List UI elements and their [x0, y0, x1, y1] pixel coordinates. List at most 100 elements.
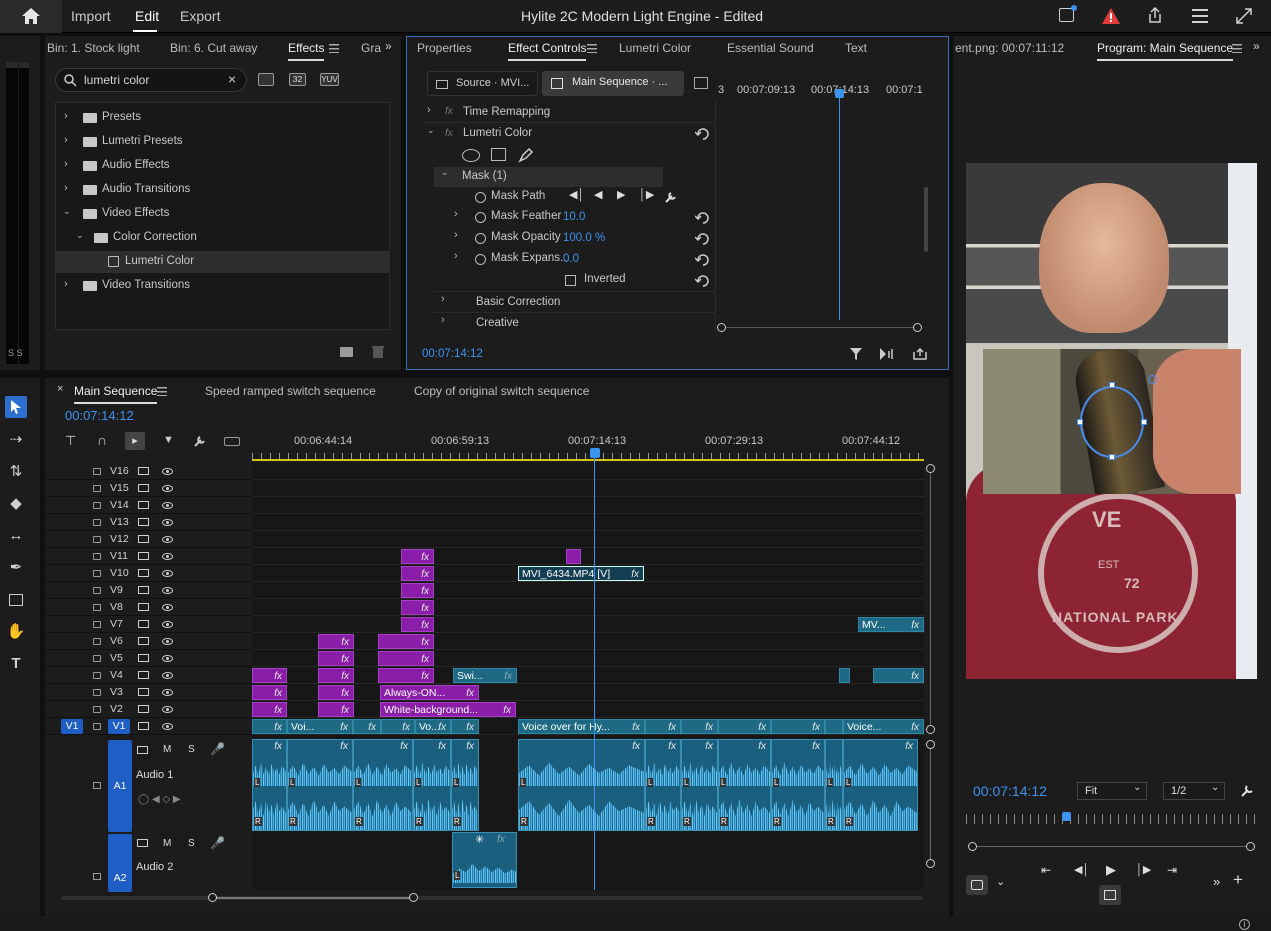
eye-icon[interactable] [162, 570, 173, 577]
ec-row-time-remapping[interactable]: › fx Time Remapping [423, 103, 715, 123]
lock-icon[interactable] [93, 570, 101, 577]
go-to-in-icon[interactable]: ⇤ [1041, 863, 1051, 877]
lock-icon[interactable] [93, 587, 101, 594]
microphone-icon[interactable]: 🎤 [210, 742, 225, 756]
ec-row-mask-opacity[interactable]: › Mask Opacity 100.0 % [434, 228, 715, 249]
tab-bin-cut-away[interactable]: Bin: 6. Cut away [170, 41, 257, 55]
lock-icon[interactable] [93, 485, 101, 492]
quick-export-icon[interactable] [1059, 5, 1077, 22]
more-controls-icon[interactable]: » [1213, 874, 1220, 889]
ec-playhead-handle[interactable] [835, 89, 844, 98]
ec-timecode[interactable]: 00:07:14:12 [422, 348, 483, 360]
more-tabs-icon[interactable]: » [1253, 39, 1260, 53]
add-button-icon[interactable]: + [1233, 870, 1243, 890]
track-header-v6[interactable]: V6 [45, 633, 252, 650]
eye-icon[interactable] [162, 655, 173, 662]
a1-clip[interactable]: L Rfx [252, 739, 287, 831]
purple-clip[interactable]: fx [401, 549, 434, 564]
timeline-timecode[interactable]: 00:07:14:12 [65, 408, 134, 423]
ec-zoom-handle-left[interactable] [717, 323, 726, 332]
slip-tool-icon[interactable]: ↔ [6, 526, 26, 546]
fx-icon[interactable]: fx [445, 128, 453, 139]
a1-clip[interactable]: L Rfx [287, 739, 353, 831]
v1-clip[interactable]: fx [353, 719, 381, 734]
stopwatch-icon[interactable] [475, 192, 486, 203]
accelerated-effects-icon[interactable] [258, 73, 274, 86]
sync-lock-icon[interactable] [138, 501, 149, 509]
tab-copy-of-original[interactable]: Copy of original switch sequence [414, 384, 589, 398]
tree-item-presets[interactable]: › Presets [56, 107, 389, 129]
panel-menu-icon[interactable] [329, 44, 339, 53]
add-marker-icon[interactable]: ▼ [163, 434, 174, 446]
purple-clip[interactable]: fx [318, 668, 354, 683]
filter-icon[interactable] [850, 348, 862, 360]
sync-lock-icon[interactable] [138, 705, 149, 713]
lock-icon[interactable] [93, 468, 101, 475]
lock-icon[interactable] [93, 519, 101, 526]
purple-clip[interactable]: fx [252, 668, 287, 683]
lock-icon[interactable] [93, 706, 101, 713]
close-tab-icon[interactable]: × [57, 383, 63, 395]
h-scroll-handle-left[interactable] [208, 893, 217, 902]
32bit-effects-icon[interactable]: 32 [289, 73, 306, 86]
sync-lock-icon[interactable] [138, 484, 149, 492]
keyframe-nav[interactable]: ◯ ◀ ◇ ▶ [138, 794, 181, 805]
lock-icon[interactable] [93, 621, 101, 628]
reset-icon[interactable] [695, 254, 711, 266]
mask-opacity-value[interactable]: 100.0 % [563, 232, 605, 244]
track-header-v4[interactable]: V4 [45, 667, 252, 684]
sync-lock-icon[interactable] [138, 620, 149, 628]
track-header-v15[interactable]: V15 [45, 480, 252, 497]
v1-clip[interactable]: fx [381, 719, 415, 734]
track-header-v12[interactable]: V12 [45, 531, 252, 548]
mute-button[interactable]: M [163, 838, 171, 849]
v1-clip[interactable]: fx [645, 719, 681, 734]
horizontal-scrollbar[interactable] [61, 896, 923, 900]
lock-icon[interactable] [93, 553, 101, 560]
sync-lock-icon[interactable] [137, 839, 148, 847]
sync-lock-icon[interactable] [137, 746, 148, 754]
lock-icon[interactable] [93, 502, 101, 509]
ec-row-inverted[interactable]: Inverted [434, 270, 715, 291]
reset-icon[interactable] [695, 233, 711, 245]
sync-lock-icon[interactable] [138, 637, 149, 645]
clip-v4-right[interactable]: fx [873, 668, 924, 683]
mask-expansion-value[interactable]: 0.0 [563, 253, 579, 265]
timeline-playhead-handle[interactable] [590, 448, 600, 458]
eye-icon[interactable] [162, 604, 173, 611]
microphone-icon[interactable]: 🎤 [210, 836, 225, 850]
track-header-v10[interactable]: V10 [45, 565, 252, 582]
more-tabs-icon[interactable]: » [385, 39, 392, 53]
mask-handle[interactable] [1077, 419, 1083, 425]
stopwatch-icon[interactable] [475, 212, 486, 223]
ec-row-basic-correction[interactable]: › Basic Correction [434, 291, 715, 312]
eye-icon[interactable] [162, 536, 173, 543]
search-input[interactable]: lumetri color [84, 73, 149, 87]
track-forward-icon[interactable]: │▶ [639, 188, 654, 201]
ripple-edit-tool-icon[interactable]: ⇅ [6, 462, 26, 482]
track-back-one-icon[interactable]: ◀ [594, 188, 602, 201]
wrench-icon[interactable] [664, 191, 677, 204]
clip-v7-mv[interactable]: MV... fx [858, 617, 924, 632]
tree-item-video-effects[interactable]: ⌄ Video Effects [56, 203, 389, 225]
mute-button[interactable]: M [163, 744, 171, 755]
a1-target[interactable]: A1 [108, 740, 132, 832]
purple-clip[interactable]: fx [252, 685, 287, 700]
mask-ellipse[interactable] [1080, 386, 1144, 458]
tab-properties[interactable]: Properties [417, 41, 472, 55]
rectangle-mask-icon[interactable] [491, 148, 506, 161]
v1-clip[interactable]: fx [681, 719, 718, 734]
play-audio-icon[interactable] [880, 348, 895, 360]
trash-icon[interactable] [372, 345, 384, 358]
clip-v2-white-background[interactable]: White-background... fx [380, 702, 516, 717]
sync-lock-icon[interactable] [138, 552, 149, 560]
sync-lock-icon[interactable] [138, 654, 149, 662]
stopwatch-icon[interactable] [475, 254, 486, 265]
solo-button[interactable]: S [188, 838, 195, 849]
camera-icon[interactable] [966, 875, 988, 895]
program-timecode[interactable]: 00:07:14:12 [973, 783, 1047, 799]
resolution-select[interactable]: 1/2 ⌄ [1163, 782, 1225, 800]
track-header-v3[interactable]: V3 [45, 684, 252, 701]
tab-speed-ramped-sequence[interactable]: Speed ramped switch sequence [205, 384, 376, 398]
v-scroll-handle-bottom[interactable] [926, 725, 935, 734]
